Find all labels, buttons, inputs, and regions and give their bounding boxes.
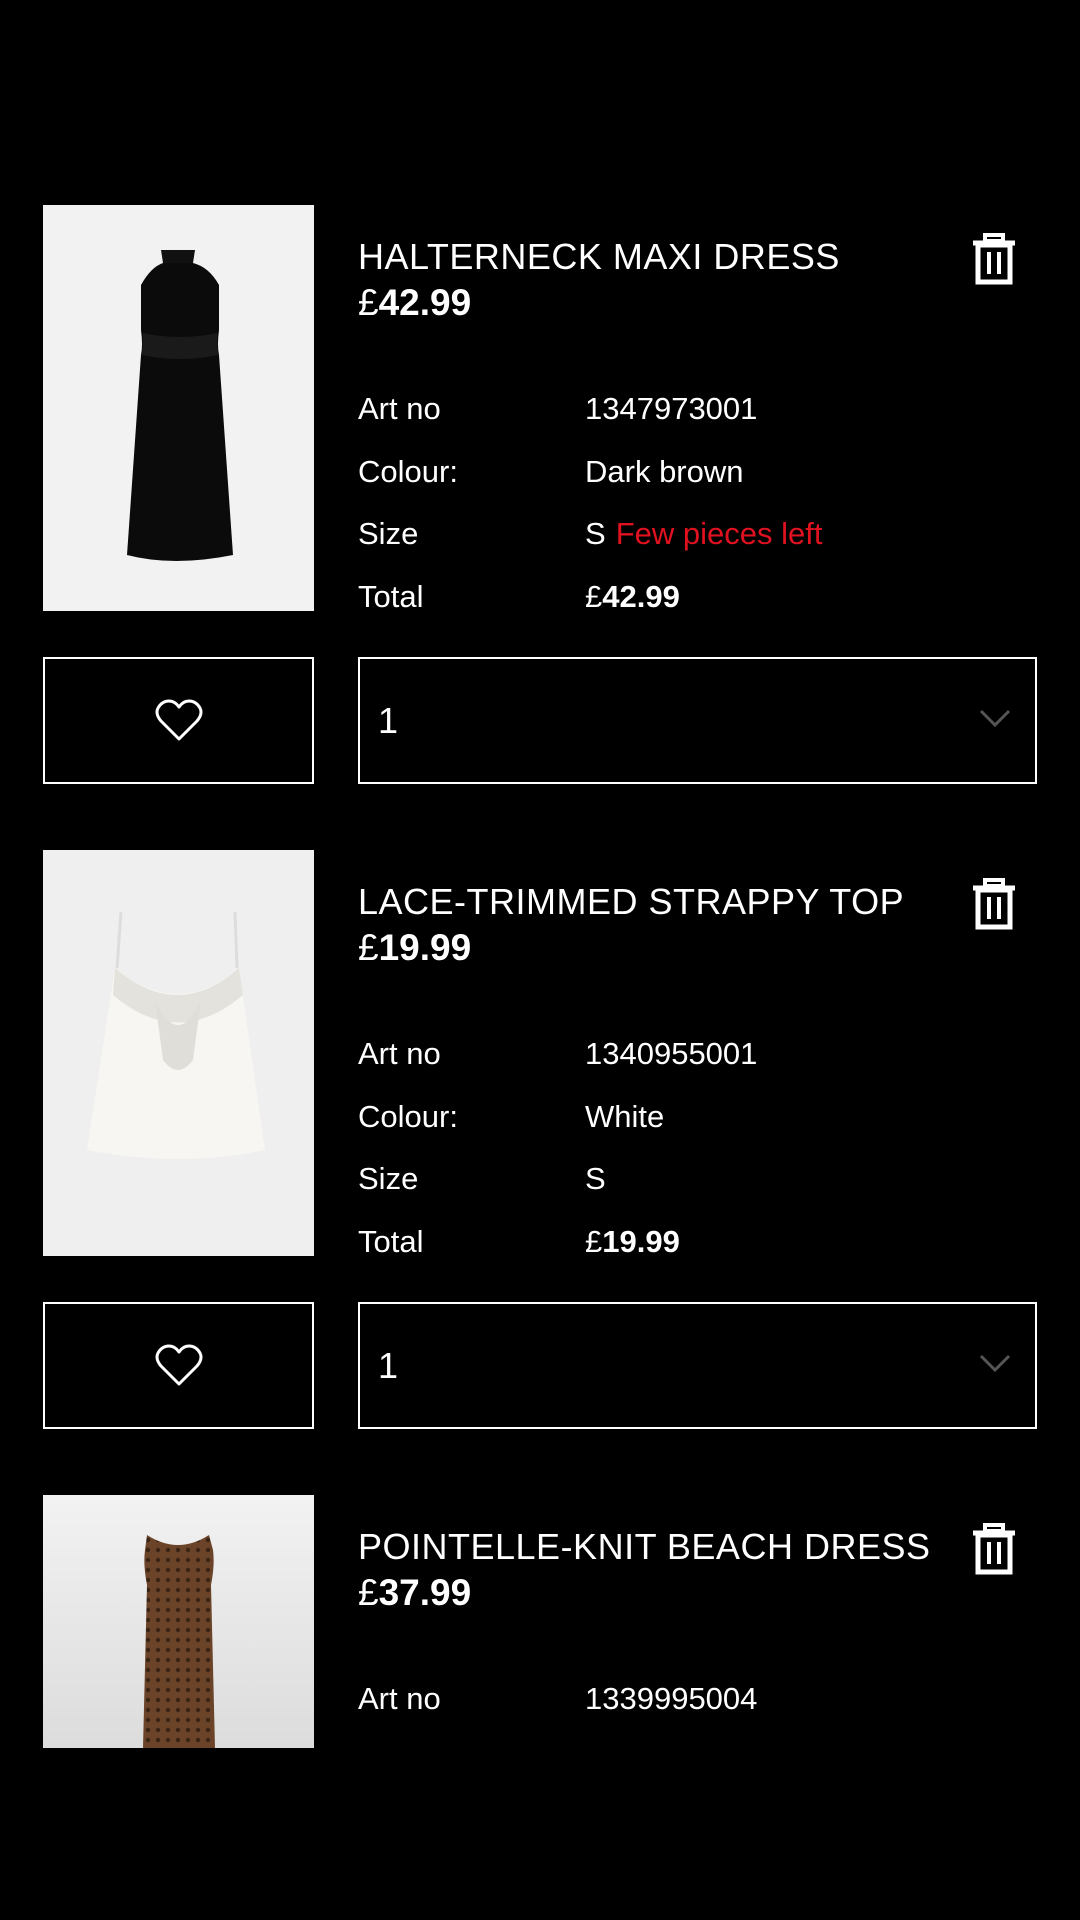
favourite-button[interactable] — [43, 1302, 314, 1429]
cart-item: LACE-TRIMMED STRAPPY TOP £19.99 Art no 1… — [0, 850, 1080, 1430]
art-no-value: 1347973001 — [585, 391, 758, 426]
heart-icon — [155, 699, 202, 740]
product-title[interactable]: LACE-TRIMMED STRAPPY TOP — [358, 880, 958, 924]
product-title[interactable]: HALTERNECK MAXI DRESS — [358, 235, 958, 279]
product-image[interactable] — [43, 205, 314, 611]
colour-value: Dark brown — [585, 454, 744, 489]
product-image[interactable] — [43, 1495, 314, 1748]
art-no-value: 1340955001 — [585, 1036, 758, 1071]
favourite-button[interactable] — [43, 657, 314, 784]
size-value: S — [585, 1161, 606, 1196]
currency-symbol: £ — [585, 579, 603, 614]
total-amount: 42.99 — [602, 579, 680, 614]
product-image[interactable] — [43, 850, 314, 1256]
product-title[interactable]: POINTELLE-KNIT BEACH DRESS — [358, 1525, 954, 1569]
price-value: 37.99 — [378, 1572, 472, 1613]
size-value: S — [585, 516, 606, 551]
chevron-down-icon — [979, 707, 1011, 729]
total-label: Total — [358, 1224, 424, 1259]
quantity-select[interactable]: 1 — [358, 657, 1037, 784]
size-label: Size — [358, 516, 419, 551]
halterneck-dress-photo — [43, 205, 314, 611]
product-price: £19.99 — [358, 926, 471, 970]
currency-symbol: £ — [358, 282, 379, 323]
total-amount: 19.99 — [602, 1224, 680, 1259]
price-value: 42.99 — [378, 282, 472, 323]
delete-button[interactable] — [970, 878, 1018, 930]
art-no-label: Art no — [358, 1681, 441, 1716]
cart-item: POINTELLE-KNIT BEACH DRESS £37.99 Art no… — [0, 1495, 1080, 1750]
currency-symbol: £ — [585, 1224, 603, 1259]
stock-warning: Few pieces left — [615, 516, 823, 551]
colour-label: Colour: — [358, 454, 458, 489]
colour-label: Colour: — [358, 1099, 458, 1134]
art-no-label: Art no — [358, 391, 441, 426]
cart-item: HALTERNECK MAXI DRESS £42.99 Art no 1347… — [0, 205, 1080, 785]
product-price: £42.99 — [358, 281, 471, 325]
colour-value: White — [585, 1099, 665, 1134]
quantity-select[interactable]: 1 — [358, 1302, 1037, 1429]
quantity-value: 1 — [378, 700, 399, 741]
product-price: £37.99 — [358, 1571, 471, 1615]
delete-button[interactable] — [970, 233, 1018, 285]
size-label: Size — [358, 1161, 419, 1196]
total-value: £19.99 — [585, 1222, 680, 1262]
art-no-value: 1339995004 — [585, 1681, 758, 1716]
trash-icon — [973, 1523, 1015, 1575]
trash-icon — [973, 878, 1015, 930]
chevron-down-icon — [979, 1352, 1011, 1374]
beach-dress-photo — [43, 1495, 314, 1748]
currency-symbol: £ — [358, 927, 379, 968]
total-value: £42.99 — [585, 577, 680, 617]
art-no-label: Art no — [358, 1036, 441, 1071]
total-label: Total — [358, 579, 424, 614]
size-value-row: S Few pieces left — [585, 514, 822, 554]
currency-symbol: £ — [358, 1572, 379, 1613]
heart-icon — [155, 1344, 202, 1385]
quantity-value: 1 — [378, 1345, 399, 1386]
trash-icon — [973, 233, 1015, 285]
strappy-top-photo — [43, 850, 314, 1256]
price-value: 19.99 — [378, 927, 472, 968]
delete-button[interactable] — [970, 1523, 1018, 1575]
